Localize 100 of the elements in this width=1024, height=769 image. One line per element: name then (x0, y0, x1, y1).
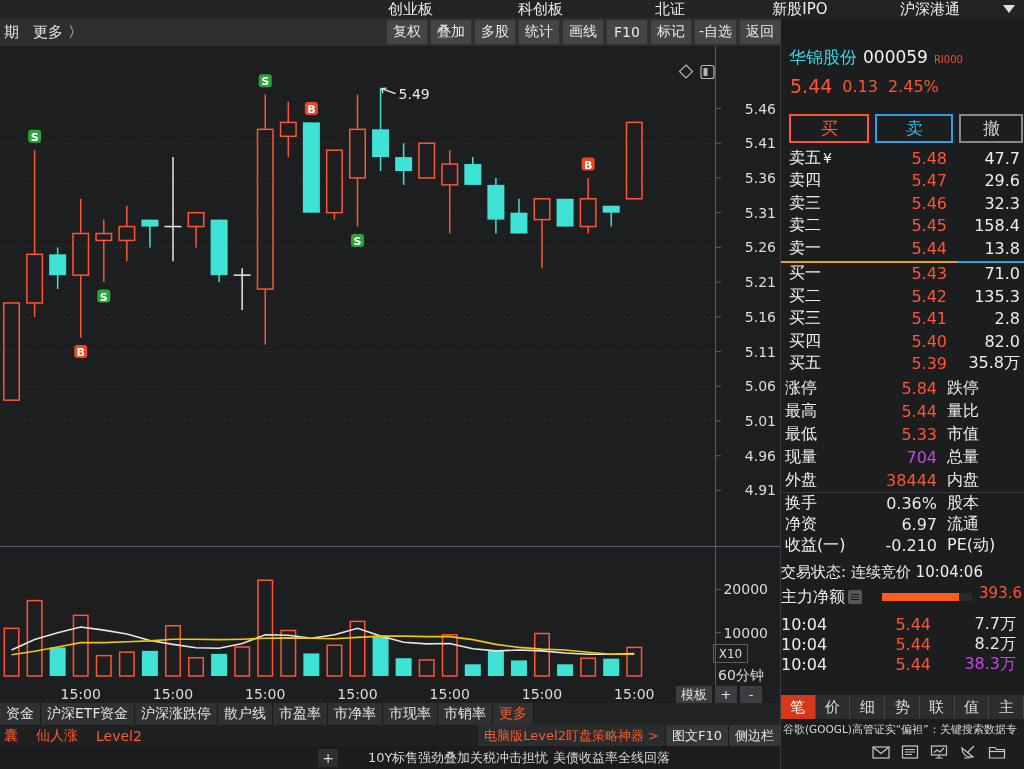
stat-label: 现量 (785, 447, 818, 468)
candlestick (510, 198, 528, 235)
chart-control-button[interactable]: 模板 (676, 685, 712, 703)
order-volume: 71.0 (983, 264, 1020, 284)
notepad-icon[interactable] (901, 745, 919, 759)
volume-bar (349, 620, 366, 677)
volume-bar (165, 625, 181, 677)
indicator-tab[interactable]: 市销率 (438, 703, 494, 725)
price-axis-label: 5.11 (744, 343, 776, 360)
diamond-icon[interactable] (678, 64, 694, 79)
market-tab[interactable]: 北证 (605, 0, 735, 18)
dropdown-caret-icon[interactable] (1003, 5, 1015, 13)
stat-value: 5.44 (900, 402, 937, 421)
market-tab[interactable]: 新股IPO (735, 0, 865, 18)
feature-tab[interactable]: 仙人涨 (32, 725, 92, 746)
toolbar-tab[interactable]: 更多 〉 (29, 20, 87, 44)
toolbar-button[interactable]: 画线 (562, 20, 603, 44)
satellite-dish-icon[interactable] (959, 745, 977, 759)
side-button[interactable]: 电脑版Level2盯盘策略神器 > (477, 725, 665, 746)
signal-marker: S (351, 233, 364, 248)
stock-name: 华锦股份 (789, 46, 857, 69)
volume-bar (487, 650, 504, 676)
folder-icon[interactable] (988, 745, 1006, 759)
candlestick (395, 142, 413, 186)
order-level-label: 卖一 (789, 237, 821, 259)
candlestick (487, 177, 505, 235)
cancel-button[interactable]: 撤 (959, 114, 1023, 143)
stat-value: 5.84 (900, 379, 937, 398)
market-tab[interactable]: 创业板 (345, 0, 475, 18)
side-button[interactable]: 侧边栏 (728, 725, 780, 746)
panel-toggle-icon[interactable] (700, 64, 715, 80)
stat-label: 内盘 (946, 470, 980, 491)
add-button[interactable]: + (318, 748, 338, 767)
monitor-icon[interactable] (930, 745, 948, 759)
indicator-tab[interactable]: 散户线 (218, 703, 274, 725)
toolbar-button[interactable]: 多股 (474, 20, 515, 44)
detail-tab[interactable]: 笔 (781, 695, 816, 719)
volume-bar (72, 614, 89, 677)
toolbar-button[interactable]: 叠加 (430, 20, 471, 44)
volume-axis-label: 20000 (723, 581, 768, 598)
price-axis-label: 5.26 (744, 239, 776, 256)
stat-value: 6.97 (900, 515, 937, 534)
volume-bar (580, 657, 597, 677)
price-axis-label: 5.36 (744, 169, 776, 186)
market-tab[interactable]: 科创板 (475, 0, 605, 18)
signal-marker: S (258, 74, 272, 89)
volume-axis-label: 10000 (723, 624, 768, 641)
order-level-label: 买三 (789, 308, 821, 330)
time-axis-label: 15:00 (337, 686, 378, 702)
net-flow-value: 393.6 (979, 584, 1023, 602)
order-volume: 158.4 (973, 216, 1020, 236)
price-change: 0.13 (842, 76, 878, 96)
candlestick (464, 156, 482, 186)
feature-tab[interactable]: 囊 (0, 725, 32, 746)
indicator-tab[interactable]: 资金 (0, 703, 41, 725)
stat-value: -0.210 (884, 536, 937, 555)
buy-button[interactable]: 买 (789, 114, 869, 143)
volume-bar (118, 651, 135, 677)
order-level-label: 卖五 (789, 147, 821, 169)
scale-label: X10 (713, 644, 748, 663)
chart-control-button[interactable]: - (740, 685, 762, 703)
order-level-label: 买五 (789, 353, 821, 375)
side-button[interactable]: 图文F10 (664, 725, 728, 746)
price-axis-label: 5.01 (744, 413, 776, 429)
toolbar-button[interactable]: 标记 (650, 20, 691, 44)
toolbar-button[interactable]: 复权 (386, 20, 427, 44)
indicator-tab[interactable]: 市净率 (328, 703, 384, 725)
mail-icon[interactable] (872, 745, 890, 759)
time-axis-label: 15:00 (245, 686, 286, 702)
tick-time: 10:04 (781, 655, 829, 674)
signal-marker: S (97, 289, 111, 304)
toolbar-tab[interactable]: 期 (0, 20, 23, 44)
indicator-tab[interactable]: 更多 (493, 703, 535, 725)
candlestick (232, 267, 252, 311)
order-volume: 47.7 (983, 148, 1020, 168)
market-tab[interactable]: 沪深港通 (865, 0, 995, 18)
tick-volume: 38.3万 (963, 654, 1016, 675)
toolbar-button[interactable]: 统计 (518, 20, 559, 44)
chart-control-button[interactable]: + (715, 685, 737, 703)
candlestick (141, 218, 159, 249)
volume-bar (464, 664, 481, 676)
indicator-tab[interactable]: 市盈率 (273, 703, 329, 725)
feature-tab[interactable]: Level2 (92, 725, 156, 746)
stat-label: 市值 (946, 424, 980, 445)
indicator-tab[interactable]: 沪深ETF资金 (41, 703, 136, 725)
sell-button[interactable]: 卖 (875, 114, 953, 143)
indicator-tab[interactable]: 沪深涨跌停 (135, 703, 219, 725)
tick-price: 5.44 (894, 655, 931, 674)
candlestick (210, 218, 228, 283)
toolbar-button[interactable]: -自选 (694, 20, 736, 44)
volume-bar (603, 658, 620, 676)
news-ticker[interactable]: 10Y标售强劲叠加关税冲击担忧 美债收益率全线回落 (368, 748, 670, 767)
indicator-tab[interactable]: 市现率 (383, 703, 439, 725)
order-level-label: 卖四 (789, 170, 821, 192)
volume-bar (280, 629, 297, 677)
time-axis-label: 15:00 (614, 686, 655, 702)
toolbar-button[interactable]: F10 (606, 20, 647, 44)
price-axis-label: 5.06 (744, 378, 776, 395)
news-headline[interactable]: 谷歌(GOOGL)高管证实“偏袒”：关键搜索数据专 (781, 719, 1024, 741)
toolbar-button[interactable]: 返回 (740, 20, 780, 44)
